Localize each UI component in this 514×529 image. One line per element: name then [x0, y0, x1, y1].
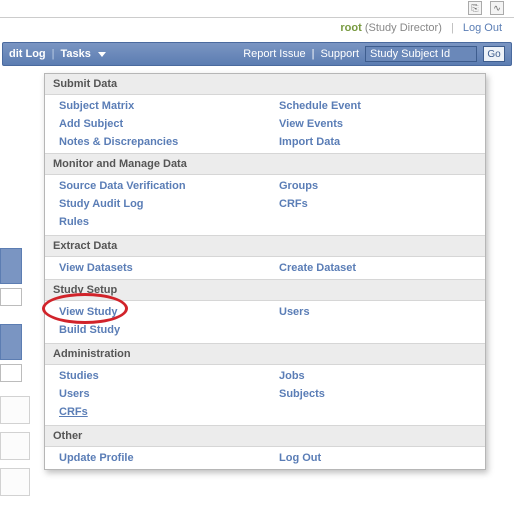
- menu-item[interactable]: Create Dataset: [265, 259, 485, 277]
- nav-item-audit-log[interactable]: dit Log: [9, 48, 46, 60]
- nav-separator: |: [312, 48, 315, 60]
- menu-item[interactable]: Update Profile: [45, 449, 265, 467]
- nav-item-tasks[interactable]: Tasks: [61, 48, 106, 60]
- menu-item[interactable]: CRFs: [45, 403, 265, 421]
- sidebar-fragment: [0, 396, 30, 424]
- search-input[interactable]: [365, 46, 477, 62]
- menu-item[interactable]: CRFs: [265, 195, 485, 213]
- rss-icon[interactable]: ∿: [490, 1, 504, 15]
- menu-section-header: Study Setup: [45, 279, 485, 301]
- sidebar-fragment: [0, 432, 30, 460]
- menu-item[interactable]: View Study: [45, 303, 265, 321]
- menu-item[interactable]: Log Out: [265, 449, 485, 467]
- menu-section-header: Other: [45, 425, 485, 447]
- menu-item[interactable]: Studies: [45, 367, 265, 385]
- username: root: [340, 22, 361, 34]
- logout-link[interactable]: Log Out: [463, 22, 502, 34]
- menu-item[interactable]: Source Data Verification: [45, 177, 265, 195]
- support-link[interactable]: Support: [320, 48, 359, 60]
- menu-item[interactable]: Groups: [265, 177, 485, 195]
- menu-item[interactable]: Add Subject: [45, 115, 265, 133]
- report-issue-link[interactable]: Report Issue: [243, 48, 305, 60]
- user-info-row: root (Study Director) | Log Out: [0, 18, 514, 42]
- menu-item[interactable]: Users: [45, 385, 265, 403]
- menu-item[interactable]: Build Study: [45, 321, 265, 339]
- nav-item-tasks-label: Tasks: [61, 48, 91, 60]
- menu-section-header: Extract Data: [45, 235, 485, 257]
- user-role: (Study Director): [365, 22, 442, 34]
- menu-item[interactable]: Users: [265, 303, 485, 321]
- sidebar-fragment: [0, 288, 22, 306]
- top-utility-bar: ⎘ ∿: [0, 0, 514, 18]
- menu-item[interactable]: Subject Matrix: [45, 97, 265, 115]
- menu-section-header: Administration: [45, 343, 485, 365]
- tasks-dropdown-menu: Submit Data Subject MatrixAdd SubjectNote…: [44, 73, 486, 470]
- menu-item[interactable]: Jobs: [265, 367, 485, 385]
- menu-item[interactable]: Schedule Event: [265, 97, 485, 115]
- share-icon[interactable]: ⎘: [468, 1, 482, 15]
- menu-section-header: Submit Data: [45, 74, 485, 95]
- chevron-down-icon: [98, 52, 106, 57]
- separator: |: [451, 22, 454, 34]
- menu-item[interactable]: Subjects: [265, 385, 485, 403]
- sidebar-fragment: [0, 324, 22, 360]
- sidebar-fragment: [0, 248, 22, 284]
- sidebar-fragment: [0, 364, 22, 382]
- menu-item[interactable]: Notes & Discrepancies: [45, 133, 265, 151]
- nav-separator: |: [52, 48, 55, 60]
- menu-item[interactable]: View Datasets: [45, 259, 265, 277]
- menu-item[interactable]: Study Audit Log: [45, 195, 265, 213]
- menu-item[interactable]: Import Data: [265, 133, 485, 151]
- main-nav-bar: dit Log | Tasks Report Issue | Support G…: [2, 42, 512, 66]
- sidebar-fragment: [0, 468, 30, 496]
- go-button[interactable]: Go: [483, 46, 505, 62]
- menu-section-header: Monitor and Manage Data: [45, 153, 485, 175]
- menu-item[interactable]: View Events: [265, 115, 485, 133]
- menu-item[interactable]: Rules: [45, 213, 265, 231]
